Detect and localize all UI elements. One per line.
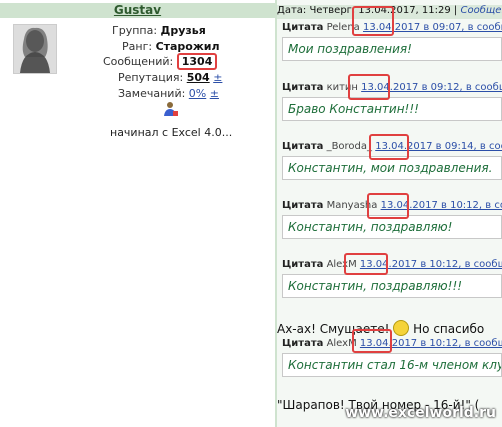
- group-value: Друзья: [160, 24, 206, 37]
- user-status-icon[interactable]: [163, 101, 179, 120]
- quote-text: Константин, поздравляю!!!: [288, 279, 463, 293]
- quote-text: Мои поздравления!: [288, 42, 412, 56]
- quote-label: Цитата: [282, 22, 324, 33]
- site-watermark: www.excelworld.ru: [345, 405, 496, 421]
- date-highlight-box: [369, 134, 409, 160]
- quote-header: Цитата AlexM 13.04.2017 в 10:12, в сообщ…: [282, 259, 502, 270]
- user-panel: Gustav Группа: Друзья Ранг: Старожил Соо…: [0, 0, 275, 427]
- posts-row: Сообщений: 1304: [103, 53, 218, 70]
- quote-box: Константин, поздравляю!!!: [282, 274, 502, 298]
- quote-text: Браво Константин!!!: [288, 102, 419, 116]
- post-message-link[interactable]: Сообщение: [460, 5, 502, 16]
- date-highlight-box: [352, 329, 392, 353]
- quote-box: Константин стал 16-м членом клуба: [282, 353, 502, 377]
- quote-label: Цитата: [282, 200, 324, 211]
- group-row: Группа: Друзья: [112, 24, 206, 37]
- quote-box: Браво Константин!!!: [282, 97, 502, 121]
- user-signature: начинал с Excel 4.0...: [110, 126, 233, 139]
- group-label: Группа:: [112, 24, 158, 37]
- avatar-portrait-icon: [14, 25, 56, 73]
- date-highlight-box: [344, 253, 388, 275]
- warnings-change-link[interactable]: ±: [210, 87, 219, 100]
- reputation-value-link[interactable]: 504: [187, 71, 210, 84]
- user-profile-icon: [164, 102, 178, 116]
- rank-value: Старожил: [155, 40, 220, 53]
- date-highlight-box: [367, 193, 409, 219]
- user-name-header: Gustav: [0, 3, 275, 18]
- warnings-row: Замечаний: 0% ±: [118, 87, 219, 100]
- smile-icon: [393, 320, 410, 336]
- reputation-change-link[interactable]: ±: [213, 71, 222, 84]
- date-highlight-box: [352, 6, 394, 36]
- warnings-label: Замечаний:: [118, 87, 186, 100]
- rank-row: Ранг: Старожил: [122, 40, 220, 53]
- quote-box: Мои поздравления!: [282, 37, 502, 61]
- posts-label: Сообщений:: [103, 55, 174, 68]
- quote-text: Константин стал 16-м членом клуба: [288, 358, 502, 372]
- user-name-link[interactable]: Gustav: [114, 3, 161, 17]
- quote-label: Цитата: [282, 141, 324, 152]
- posts-count: 1304: [176, 53, 218, 70]
- quote-header: Цитата китин 13.04.2017 в 09:12, в сообщ…: [282, 82, 502, 93]
- post-date-label: Дата: Четверг,: [277, 5, 356, 16]
- quote-label: Цитата: [282, 338, 324, 349]
- quote-label: Цитата: [282, 82, 324, 93]
- reputation-label: Репутация:: [118, 71, 184, 84]
- rank-label: Ранг:: [122, 40, 153, 53]
- quote-label: Цитата: [282, 259, 324, 270]
- quote-author: _Boroda_: [326, 141, 373, 152]
- avatar: [13, 24, 57, 74]
- warnings-value-link[interactable]: 0%: [189, 87, 206, 100]
- quote-text: Константин, поздравляю!: [288, 220, 453, 234]
- quote-header: Цитата AlexM 13.04.2017 в 10:12, в сообщ…: [282, 338, 502, 349]
- quote-text: Константин, мои поздравления.: [288, 161, 493, 175]
- reputation-row: Репутация: 504 ±: [118, 71, 222, 84]
- date-highlight-box: [348, 74, 390, 100]
- post-date-separator: |: [453, 5, 458, 16]
- reply-text-after: Но спасибо: [413, 322, 485, 336]
